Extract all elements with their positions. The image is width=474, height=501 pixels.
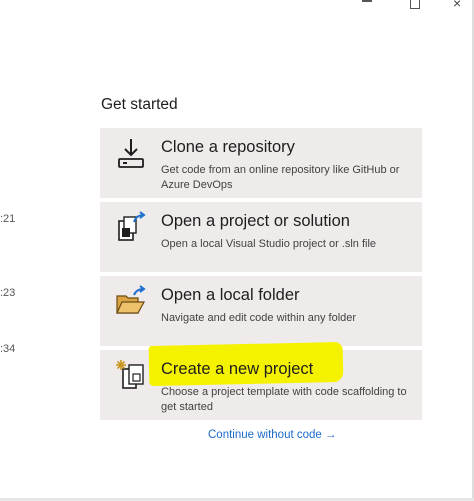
recent-item-time: :23	[0, 287, 16, 299]
card-title: Open a project or solution	[161, 212, 350, 230]
continue-without-code-link[interactable]: Continue without code →	[208, 429, 337, 441]
create-new-project-button[interactable]: Create a new project Choose a project te…	[100, 341, 422, 420]
minimize-icon[interactable]	[362, 0, 372, 2]
new-project-icon	[114, 358, 148, 392]
open-folder-icon	[114, 284, 148, 318]
recent-item-time: :34	[0, 343, 16, 355]
card-title: Create a new project	[161, 360, 314, 378]
clone-download-icon	[114, 136, 148, 170]
card-description: Open a local Visual Studio project or .s…	[161, 238, 377, 250]
recent-item-time: :21	[0, 213, 16, 225]
title-bar	[0, 0, 474, 12]
card-description: Navigate and edit code within any folder	[161, 312, 357, 324]
restore-icon[interactable]	[410, 0, 420, 9]
open-project-button[interactable]: Open a project or solution Open a local …	[100, 202, 422, 272]
card-title: Open a local folder	[161, 286, 300, 304]
open-folder-button[interactable]: Open a local folder Navigate and edit co…	[100, 276, 422, 346]
clone-repository-button[interactable]: Clone a repository Get code from an onli…	[100, 128, 422, 198]
card-description: Choose a project template with code scaf…	[161, 386, 407, 413]
open-project-icon	[114, 210, 148, 244]
card-title: Clone a repository	[161, 138, 295, 156]
close-icon[interactable]: ×	[453, 0, 461, 11]
card-description: Get code from an online repository like …	[161, 164, 400, 191]
get-started-heading: Get started	[101, 96, 178, 113]
